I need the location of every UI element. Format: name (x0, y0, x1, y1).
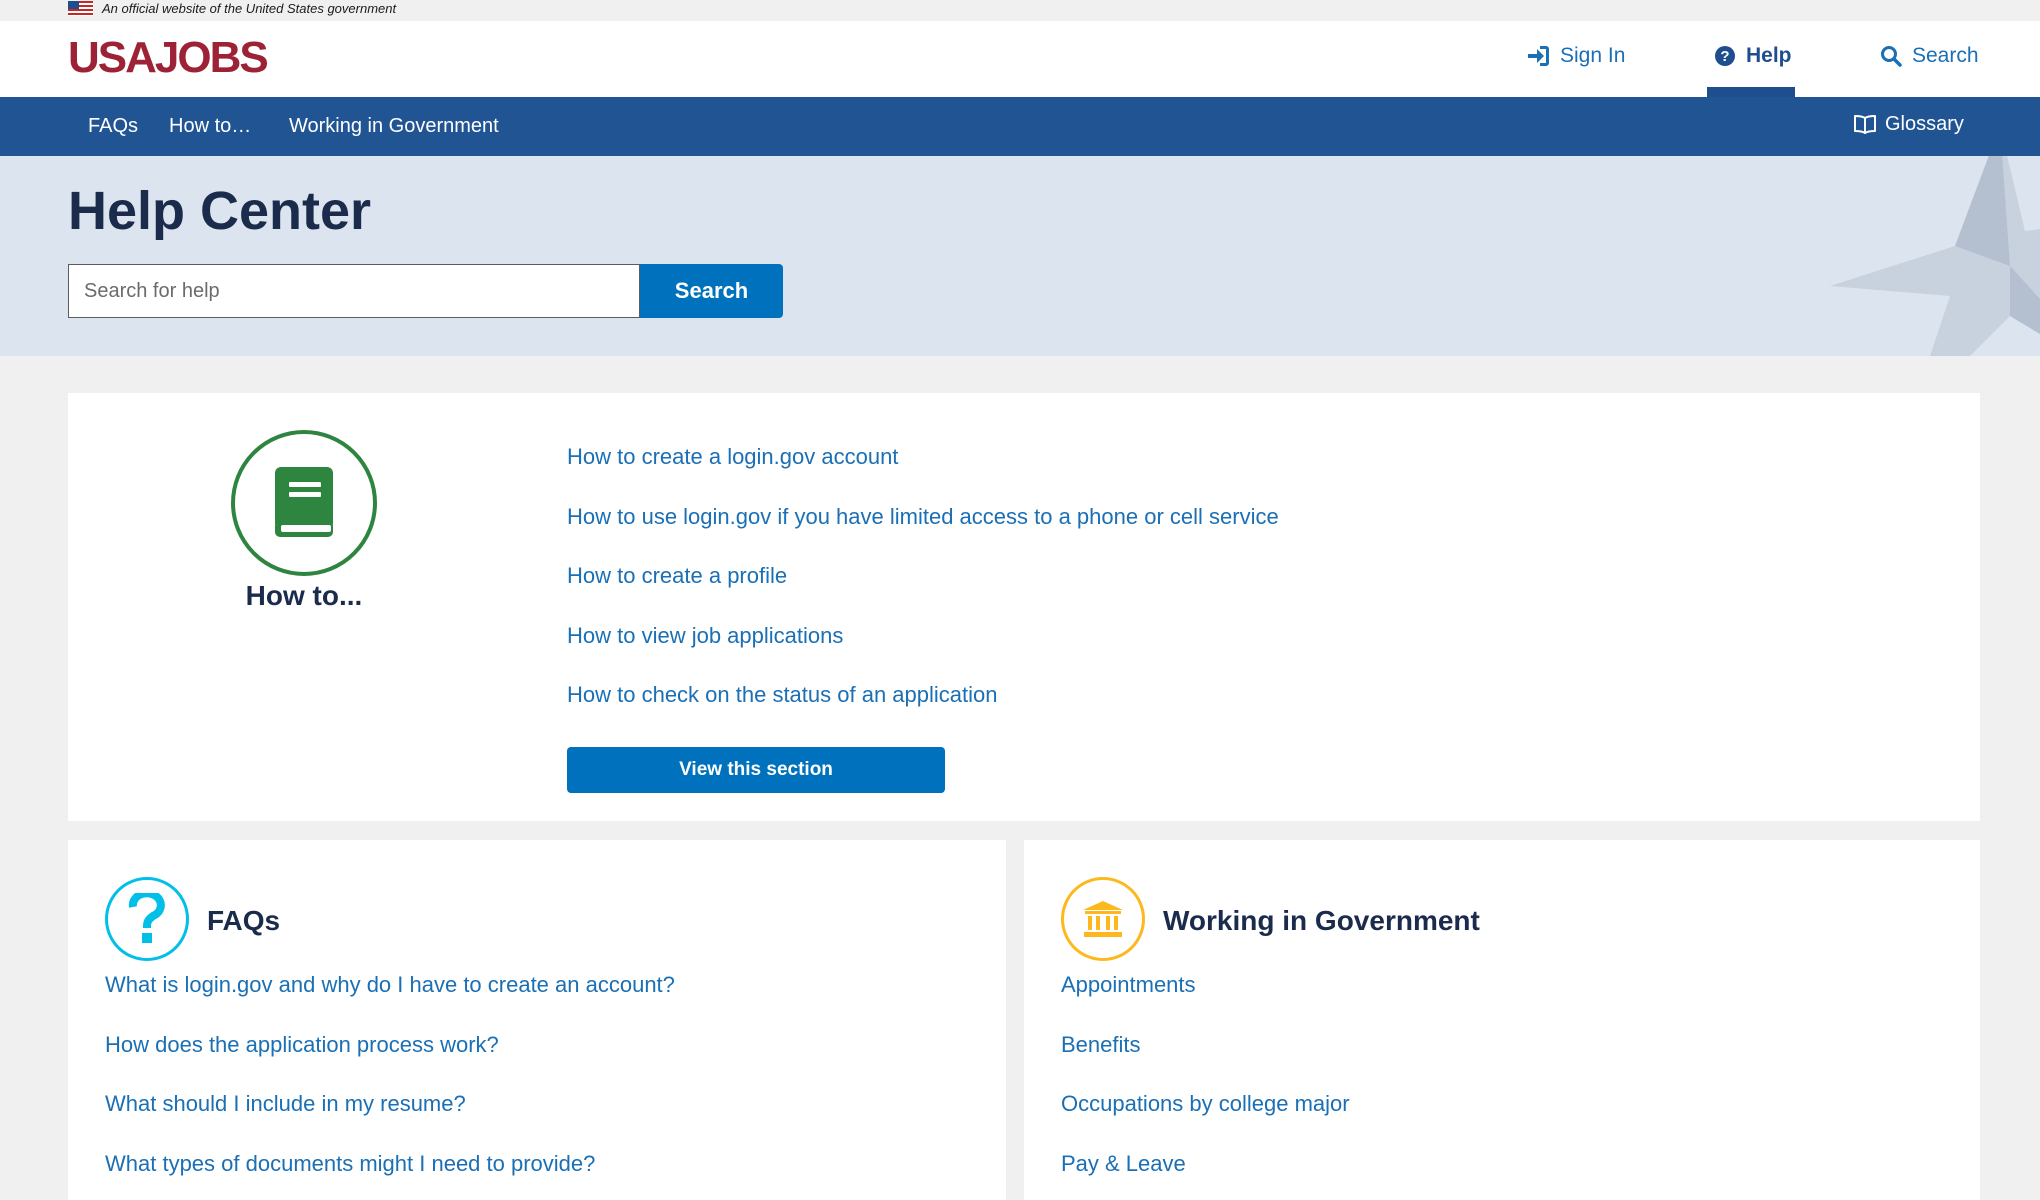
nav-item-faqs[interactable]: FAQs (88, 113, 138, 139)
list-item[interactable]: How to view job applications (567, 622, 1279, 682)
glossary-link[interactable]: Glossary (1853, 111, 1964, 137)
star-decoration-icon (1830, 156, 2040, 356)
list-item[interactable]: How does the application process work? (105, 1031, 675, 1091)
help-label: Help (1746, 44, 1792, 67)
faqs-heading: FAQs (207, 905, 281, 936)
list-item[interactable]: What should I include in my resume? (105, 1090, 675, 1150)
working-in-government-badge (1061, 877, 1145, 961)
header-search-link[interactable]: Search (1880, 43, 1979, 97)
working-in-government-heading: Working in Government (1163, 905, 1480, 936)
nav-item-working-in-government[interactable]: Working in Government (289, 113, 499, 139)
search-icon (1881, 46, 1902, 67)
main-nav: FAQs How to… Working in Government Gloss… (0, 97, 2040, 156)
list-item[interactable]: Occupations by college major (1061, 1090, 1350, 1150)
hero-banner: Help Center Search (0, 156, 2040, 356)
government-building-icon (1083, 901, 1123, 937)
list-item[interactable]: What is login.gov and why do I have to c… (105, 971, 675, 1031)
sign-in-link[interactable]: Sign In (1526, 43, 1625, 97)
book-open-icon (1854, 115, 1876, 134)
nav-item-how-to[interactable]: How to… (169, 113, 251, 139)
view-section-button[interactable]: View this section (567, 747, 945, 793)
faqs-links: What is login.gov and why do I have to c… (105, 971, 675, 1200)
help-search-input[interactable] (68, 264, 640, 318)
how-to-badge (231, 430, 377, 576)
question-circle-icon: ? (1715, 46, 1735, 66)
question-mark-icon (128, 893, 165, 943)
list-item[interactable]: Appointments (1061, 971, 1350, 1031)
how-to-links: How to create a login.gov account How to… (567, 443, 1279, 741)
faqs-badge (105, 877, 189, 961)
list-item[interactable]: How to use login.gov if you have limited… (567, 503, 1279, 563)
faqs-section: FAQs What is login.gov and why do I have… (68, 840, 1006, 1200)
book-icon (275, 467, 333, 537)
list-item[interactable]: Pay & Leave (1061, 1150, 1350, 1200)
glossary-label: Glossary (1885, 113, 1964, 135)
page-title: Help Center (68, 181, 372, 241)
search-label: Search (1912, 44, 1979, 67)
site-header: USAJOBS Sign In ? Help Search (0, 21, 2040, 97)
list-item[interactable]: How to create a login.gov account (567, 443, 1279, 503)
working-in-government-section: Working in Government Appointments Benef… (1024, 840, 1980, 1200)
gov-banner-text: An official website of the United States… (102, 1, 397, 16)
usajobs-logo[interactable]: USAJOBS (68, 34, 269, 82)
list-item[interactable]: What types of documents might I need to … (105, 1150, 675, 1200)
how-to-section: How to... How to create a login.gov acco… (68, 393, 1980, 821)
how-to-heading: How to... (245, 580, 363, 611)
help-search-button[interactable]: Search (640, 264, 783, 318)
list-item[interactable]: How to create a profile (567, 562, 1279, 622)
gov-banner: An official website of the United States… (0, 0, 2040, 21)
active-indicator (1707, 87, 1795, 97)
working-in-government-links: Appointments Benefits Occupations by col… (1061, 971, 1350, 1200)
svg-text:?: ? (1720, 48, 1729, 65)
list-item[interactable]: How to check on the status of an applica… (567, 681, 1279, 741)
us-flag-icon (68, 1, 93, 16)
sign-in-label: Sign In (1560, 44, 1626, 67)
sign-in-icon (1528, 46, 1549, 66)
list-item[interactable]: Benefits (1061, 1031, 1350, 1091)
